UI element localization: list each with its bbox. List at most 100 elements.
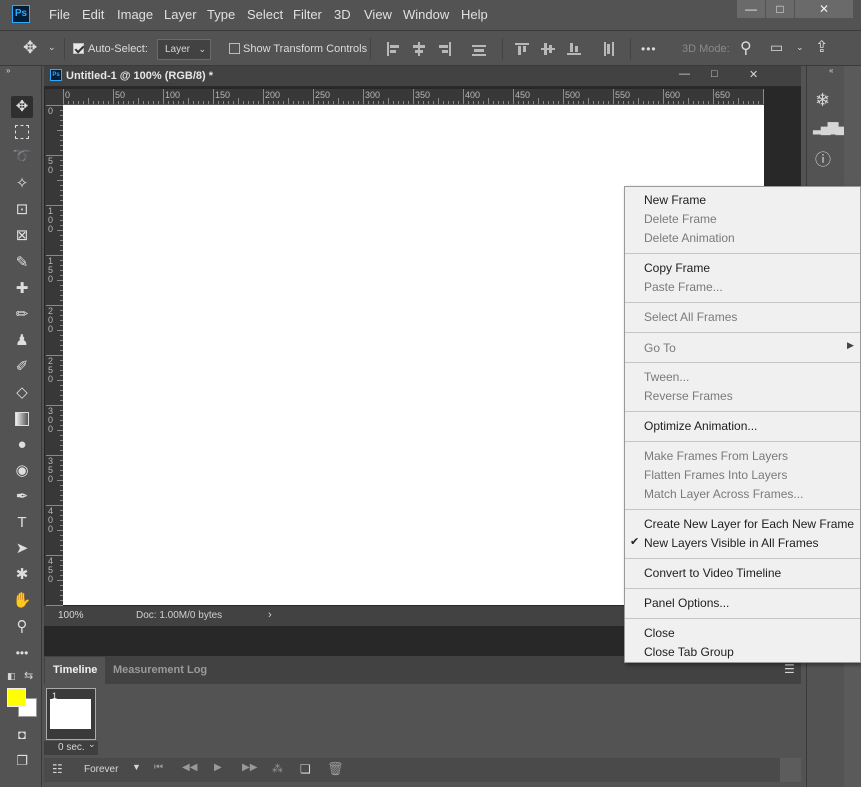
duplicate-frame-icon[interactable]: ❏ xyxy=(300,762,311,776)
menu-file[interactable]: File xyxy=(49,0,70,30)
align-left-icon[interactable] xyxy=(386,42,400,56)
marquee-tool-icon[interactable] xyxy=(11,121,33,143)
menu-item-create-new-layer-each-frame[interactable]: Create New Layer for Each New Frame xyxy=(644,517,854,531)
swap-colors-icon[interactable]: ⇆ xyxy=(24,669,33,682)
eraser-tool-icon[interactable]: ◇ xyxy=(11,382,33,404)
menu-item-new-layers-visible[interactable]: New Layers Visible in All Frames xyxy=(644,536,819,550)
lasso-tool-icon[interactable]: ➰ xyxy=(11,146,33,168)
menu-layer[interactable]: Layer xyxy=(164,0,197,30)
quick-mask-icon[interactable]: ◘ xyxy=(11,724,33,746)
share-icon[interactable]: ⇪ xyxy=(815,37,828,57)
workspace-icon[interactable]: ▭ xyxy=(770,39,783,56)
blur-tool-icon[interactable]: ● xyxy=(11,434,33,456)
screen-mode-icon[interactable]: ❐ xyxy=(11,750,33,772)
close-button[interactable]: ✕ xyxy=(795,0,853,18)
more-tools-icon[interactable]: ••• xyxy=(11,642,33,664)
histogram-icon[interactable]: ▂▄▆▄ xyxy=(813,118,845,135)
tab-timeline[interactable]: Timeline xyxy=(45,657,106,684)
next-frame-icon[interactable]: ▶▶ xyxy=(242,762,257,773)
menu-item-reverse-frames[interactable]: Reverse Frames xyxy=(644,389,733,403)
menu-item-new-frame[interactable]: New Frame xyxy=(644,193,706,207)
foreground-color-swatch[interactable] xyxy=(7,688,26,707)
menu-item-delete-animation[interactable]: Delete Animation xyxy=(644,231,735,245)
default-colors-icon[interactable]: ◧ xyxy=(7,671,16,682)
chevron-down-icon[interactable]: ⌄ xyxy=(48,42,56,53)
3d-panel-icon[interactable]: ❄ xyxy=(815,90,830,111)
menu-item-select-all-frames[interactable]: Select All Frames xyxy=(644,310,737,324)
history-brush-tool-icon[interactable]: ✐ xyxy=(11,356,33,378)
restore-button[interactable]: □ xyxy=(766,0,794,18)
hand-tool-icon[interactable]: ✋ xyxy=(11,590,33,612)
menu-item-close-tab-group[interactable]: Close Tab Group xyxy=(644,645,734,659)
move-tool-icon[interactable]: ✥ xyxy=(11,96,33,118)
menu-item-tween[interactable]: Tween... xyxy=(644,370,689,384)
timeline-scroll[interactable] xyxy=(780,758,801,782)
chevron-right-icon[interactable]: › xyxy=(268,609,272,621)
loop-value[interactable]: Forever xyxy=(84,764,118,775)
search-icon[interactable]: ⚲ xyxy=(740,38,752,58)
menu-item-paste-frame[interactable]: Paste Frame... xyxy=(644,280,723,294)
menu-help[interactable]: Help xyxy=(461,0,488,30)
distribute-icon[interactable] xyxy=(472,42,486,56)
align-top-icon[interactable] xyxy=(515,42,529,56)
menu-filter[interactable]: Filter xyxy=(293,0,322,30)
eyedropper-tool-icon[interactable]: ✎ xyxy=(11,252,33,274)
path-selection-tool-icon[interactable]: ➤ xyxy=(11,538,33,560)
horizontal-ruler[interactable]: 0 50 100 150 200 250 300 350 400 450 500 550 600 650 xyxy=(63,89,764,105)
show-transform-checkbox[interactable] xyxy=(229,43,240,54)
frame-tool-icon[interactable]: ⊠ xyxy=(11,225,33,247)
doc-minimize-button[interactable]: — xyxy=(679,68,690,80)
frame-delay-dropdown[interactable]: 0 sec. ⌄ xyxy=(44,739,98,755)
healing-brush-tool-icon[interactable]: ✚ xyxy=(11,278,33,300)
dodge-tool-icon[interactable]: ◉ xyxy=(11,460,33,482)
align-horizontal-center-icon[interactable] xyxy=(412,42,426,56)
zoom-level[interactable]: 100% xyxy=(58,610,84,621)
convert-timeline-icon[interactable]: ☷ xyxy=(52,762,63,776)
tab-measurement-log[interactable]: Measurement Log xyxy=(105,657,215,684)
menu-image[interactable]: Image xyxy=(117,0,153,30)
panel-menu-icon[interactable]: ☰ xyxy=(784,662,795,676)
first-frame-icon[interactable]: ⏮ xyxy=(154,762,163,773)
previous-frame-icon[interactable]: ◀◀ xyxy=(182,762,197,773)
minimize-button[interactable]: — xyxy=(737,0,765,18)
menu-item-close[interactable]: Close xyxy=(644,626,675,640)
menu-item-make-frames-from-layers[interactable]: Make Frames From Layers xyxy=(644,449,788,463)
align-right-icon[interactable] xyxy=(438,42,452,56)
info-icon[interactable]: ⓘ xyxy=(815,146,831,170)
auto-select-target-dropdown[interactable]: Layer ⌄ xyxy=(157,39,211,60)
menu-item-delete-frame[interactable]: Delete Frame xyxy=(644,212,717,226)
brush-tool-icon[interactable]: ✏ xyxy=(11,304,33,326)
shape-tool-icon[interactable]: ✱ xyxy=(11,564,33,586)
vertical-ruler[interactable]: 050100150200250300350400450 xyxy=(45,105,63,606)
type-tool-icon[interactable]: T xyxy=(11,512,33,534)
distribute-vertical-icon[interactable] xyxy=(601,42,615,56)
auto-select-checkbox[interactable] xyxy=(73,43,84,54)
collapse-icon[interactable]: » xyxy=(6,66,10,75)
zoom-tool-icon[interactable]: ⚲ xyxy=(11,616,33,638)
delete-frame-icon[interactable]: 🗑 xyxy=(327,761,344,777)
menu-item-match-layer[interactable]: Match Layer Across Frames... xyxy=(644,487,803,501)
menu-item-copy-frame[interactable]: Copy Frame xyxy=(644,261,710,275)
clone-stamp-tool-icon[interactable]: ♟ xyxy=(11,330,33,352)
menu-type[interactable]: Type xyxy=(207,0,235,30)
menu-3d[interactable]: 3D xyxy=(334,0,351,30)
tween-icon[interactable]: ⁂ xyxy=(272,762,283,775)
chevron-down-icon[interactable]: ⌄ xyxy=(796,42,804,53)
doc-restore-button[interactable]: □ xyxy=(711,68,718,80)
menu-item-go-to[interactable]: Go To xyxy=(644,341,676,355)
menu-item-flatten-frames[interactable]: Flatten Frames Into Layers xyxy=(644,468,787,482)
align-bottom-icon[interactable] xyxy=(567,42,581,56)
menu-window[interactable]: Window xyxy=(403,0,449,30)
move-icon[interactable]: ✥ xyxy=(23,38,37,58)
menu-select[interactable]: Select xyxy=(247,0,283,30)
loop-dropdown-icon[interactable]: ▼ xyxy=(132,762,141,772)
gradient-tool-icon[interactable] xyxy=(11,408,33,430)
ruler-origin[interactable] xyxy=(45,89,63,105)
menu-item-panel-options[interactable]: Panel Options... xyxy=(644,596,729,610)
pen-tool-icon[interactable]: ✒ xyxy=(11,486,33,508)
menu-view[interactable]: View xyxy=(364,0,392,30)
more-options-icon[interactable]: ••• xyxy=(641,42,657,56)
expand-panels-icon[interactable]: « xyxy=(829,66,833,75)
magic-wand-tool-icon[interactable]: ✧ xyxy=(11,173,33,195)
play-icon[interactable]: ▶ xyxy=(214,762,222,773)
